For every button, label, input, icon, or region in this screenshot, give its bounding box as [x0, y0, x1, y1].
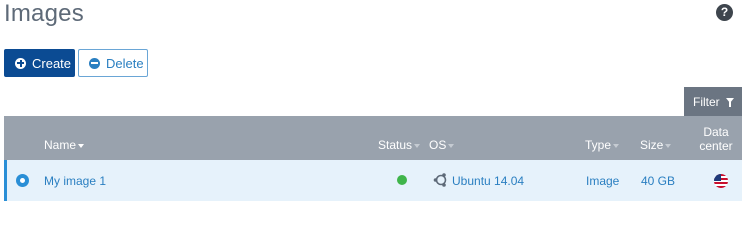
- filter-button-label: Filter: [693, 94, 720, 109]
- column-header-status-label: Status: [378, 138, 413, 152]
- status-active-icon: [397, 175, 407, 185]
- column-header-status[interactable]: Status: [378, 138, 421, 152]
- column-header-name-label: Name: [44, 138, 77, 152]
- column-header-os-label: OS: [429, 138, 447, 152]
- column-header-name[interactable]: Name: [44, 138, 85, 152]
- table-header: Name Status OS Type Size Data center: [4, 116, 742, 160]
- size-label: 40 GB: [641, 174, 676, 188]
- row-select-radio[interactable]: [16, 174, 29, 187]
- plus-circle-icon: [15, 57, 26, 69]
- column-header-size[interactable]: Size: [640, 138, 672, 152]
- sort-icon: [414, 144, 421, 148]
- us-flag-icon: [714, 174, 728, 188]
- sort-icon: [448, 144, 455, 148]
- column-header-datacenter-line2: center: [699, 139, 733, 153]
- help-icon[interactable]: ?: [716, 4, 733, 21]
- column-header-size-label: Size: [640, 138, 664, 152]
- create-button-label: Create: [32, 55, 72, 71]
- column-header-datacenter-line1: Data: [703, 125, 729, 139]
- page-title: Images: [4, 0, 84, 27]
- funnel-icon: [725, 98, 734, 107]
- os-label: Ubuntu 14.04: [452, 174, 525, 188]
- column-header-datacenter[interactable]: Data center: [696, 125, 736, 153]
- column-header-type-label: Type: [585, 138, 612, 152]
- image-name-link[interactable]: My image 1: [44, 174, 106, 188]
- create-button[interactable]: Create: [4, 49, 75, 77]
- ubuntu-icon: [433, 173, 447, 187]
- minus-circle-icon: [89, 57, 100, 69]
- column-header-os[interactable]: OS: [429, 138, 455, 152]
- sort-down-icon: [78, 144, 85, 148]
- column-header-type[interactable]: Type: [585, 138, 620, 152]
- filter-button[interactable]: Filter: [684, 87, 742, 116]
- delete-button-label: Delete: [106, 55, 144, 71]
- sort-icon: [613, 144, 620, 148]
- table-row[interactable]: My image 1 Ubuntu 14.04 Image 40 GB: [4, 160, 742, 201]
- type-label: Image: [586, 174, 620, 188]
- delete-button[interactable]: Delete: [78, 49, 148, 77]
- sort-icon: [665, 144, 672, 148]
